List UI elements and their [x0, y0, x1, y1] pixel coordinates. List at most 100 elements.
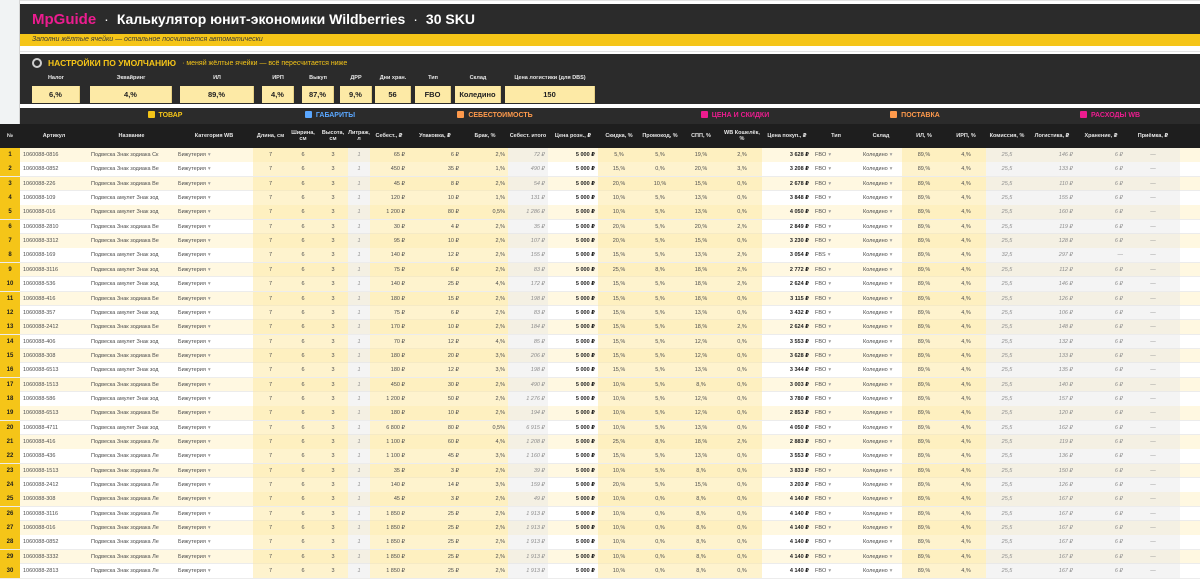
packaging-input[interactable]: 25 ₽	[408, 277, 462, 292]
cost-input[interactable]: 1 200 ₽	[370, 391, 408, 406]
height-input[interactable]: 3	[318, 449, 348, 464]
type-select[interactable]: FBO ▾	[812, 162, 860, 176]
wallet-input[interactable]: 0,%	[722, 191, 762, 206]
name-cell[interactable]: Подвеска Знак зодиака Ве	[88, 378, 175, 392]
sku-cell[interactable]: 1060088-0816	[20, 148, 88, 162]
promo-input[interactable]: 0,%	[640, 492, 680, 507]
spp-input[interactable]: 18,%	[680, 262, 722, 277]
defect-input[interactable]: 2,%	[462, 377, 508, 392]
chevron-down-icon[interactable]: ▾	[828, 195, 831, 201]
packaging-input[interactable]: 25 ₽	[408, 535, 462, 550]
chevron-down-icon[interactable]: ▾	[890, 224, 893, 230]
category-select[interactable]: Бижутерия ▾	[175, 205, 253, 219]
name-cell[interactable]: Подвеска Знак зодиака Ле	[88, 435, 175, 449]
column-header-cell[interactable]: Логистика, ₽	[1028, 124, 1076, 148]
wallet-input[interactable]: 0,%	[722, 506, 762, 521]
packaging-input[interactable]: 20 ₽	[408, 348, 462, 363]
promo-input[interactable]: 0,%	[640, 535, 680, 550]
sku-cell[interactable]: 1060088-2813	[20, 564, 88, 578]
chevron-down-icon[interactable]: ▾	[208, 296, 211, 302]
name-cell[interactable]: Подвеска амулет Знак зод	[88, 392, 175, 406]
height-input[interactable]: 3	[318, 535, 348, 550]
category-select[interactable]: Бижутерия ▾	[175, 162, 253, 176]
wallet-input[interactable]: 0,%	[722, 334, 762, 349]
discount-input[interactable]: 10,%	[598, 191, 640, 206]
name-cell[interactable]: Подвеска Знак зодиака Ве	[88, 349, 175, 363]
irp-input[interactable]: 4,%	[946, 176, 986, 191]
column-header-cell[interactable]: Тип	[812, 124, 860, 148]
column-header-cell[interactable]: Цена покуп., ₽	[762, 124, 812, 148]
discount-input[interactable]: 10,%	[598, 391, 640, 406]
packaging-input[interactable]: 30 ₽	[408, 377, 462, 392]
warehouse-select[interactable]: Коледино ▾	[860, 535, 902, 549]
length-input[interactable]: 7	[253, 521, 288, 536]
column-header-cell[interactable]: Длина, см	[253, 124, 288, 148]
discount-input[interactable]: 15,%	[598, 277, 640, 292]
chevron-down-icon[interactable]: ▾	[828, 166, 831, 172]
cost-input[interactable]: 140 ₽	[370, 277, 408, 292]
discount-input[interactable]: 20,%	[598, 234, 640, 249]
spp-input[interactable]: 15,%	[680, 478, 722, 493]
category-select[interactable]: Бижутерия ▾	[175, 507, 253, 521]
chevron-down-icon[interactable]: ▾	[890, 209, 893, 215]
spp-input[interactable]: 12,%	[680, 406, 722, 421]
category-select[interactable]: Бижутерия ▾	[175, 277, 253, 291]
length-input[interactable]: 7	[253, 492, 288, 507]
width-input[interactable]: 6	[288, 449, 318, 464]
chevron-down-icon[interactable]: ▾	[828, 468, 831, 474]
length-input[interactable]: 7	[253, 478, 288, 493]
category-select[interactable]: Бижутерия ▾	[175, 550, 253, 564]
warehouse-select[interactable]: Коледино ▾	[860, 507, 902, 521]
il-input[interactable]: 89,%	[902, 564, 946, 579]
cost-input[interactable]: 1 100 ₽	[370, 449, 408, 464]
width-input[interactable]: 6	[288, 391, 318, 406]
chevron-down-icon[interactable]: ▾	[890, 195, 893, 201]
promo-input[interactable]: 5,%	[640, 291, 680, 306]
cost-input[interactable]: 180 ₽	[370, 348, 408, 363]
promo-input[interactable]: 5,%	[640, 449, 680, 464]
type-select[interactable]: FBO ▾	[812, 406, 860, 420]
chevron-down-icon[interactable]: ▾	[208, 439, 211, 445]
chevron-down-icon[interactable]: ▾	[890, 453, 893, 459]
promo-input[interactable]: 5,%	[640, 248, 680, 263]
defect-input[interactable]: 2,%	[462, 219, 508, 234]
promo-input[interactable]: 10,%	[640, 176, 680, 191]
column-header-cell[interactable]: Цена розн., ₽	[548, 124, 598, 148]
wallet-input[interactable]: 0,%	[722, 406, 762, 421]
cost-input[interactable]: 45 ₽	[370, 176, 408, 191]
discount-input[interactable]: 20,%	[598, 219, 640, 234]
irp-input[interactable]: 4,%	[946, 148, 986, 162]
default-value-input[interactable]: 56	[375, 86, 411, 103]
width-input[interactable]: 6	[288, 334, 318, 349]
length-input[interactable]: 7	[253, 148, 288, 162]
category-select[interactable]: Бижутерия ▾	[175, 335, 253, 349]
chevron-down-icon[interactable]: ▾	[828, 267, 831, 273]
column-header-cell[interactable]: Себест., ₽	[370, 124, 408, 148]
chevron-down-icon[interactable]: ▾	[208, 195, 211, 201]
chevron-down-icon[interactable]: ▾	[890, 525, 893, 531]
warehouse-select[interactable]: Коледино ▾	[860, 306, 902, 320]
column-header-cell[interactable]: Комиссия, %	[986, 124, 1028, 148]
type-select[interactable]: FBO ▾	[812, 478, 860, 492]
type-select[interactable]: FBO ▾	[812, 349, 860, 363]
chevron-down-icon[interactable]: ▾	[208, 496, 211, 502]
wallet-input[interactable]: 0,%	[722, 234, 762, 249]
irp-input[interactable]: 4,%	[946, 277, 986, 292]
length-input[interactable]: 7	[253, 305, 288, 320]
sku-cell[interactable]: 1060088-2412	[20, 478, 88, 492]
wallet-input[interactable]: 2,%	[722, 320, 762, 335]
retail-price-input[interactable]: 5 000 ₽	[548, 464, 598, 478]
type-select[interactable]: FBO ▾	[812, 177, 860, 191]
width-input[interactable]: 6	[288, 305, 318, 320]
retail-price-input[interactable]: 5 000 ₽	[548, 507, 598, 521]
wallet-input[interactable]: 0,%	[722, 549, 762, 564]
il-input[interactable]: 89,%	[902, 506, 946, 521]
length-input[interactable]: 7	[253, 564, 288, 579]
packaging-input[interactable]: 25 ₽	[408, 521, 462, 536]
column-header-cell[interactable]: Брак, %	[462, 124, 508, 148]
retail-price-input[interactable]: 5 000 ₽	[548, 349, 598, 363]
promo-input[interactable]: 5,%	[640, 205, 680, 220]
warehouse-select[interactable]: Коледино ▾	[860, 363, 902, 377]
chevron-down-icon[interactable]: ▾	[208, 166, 211, 172]
width-input[interactable]: 6	[288, 363, 318, 378]
